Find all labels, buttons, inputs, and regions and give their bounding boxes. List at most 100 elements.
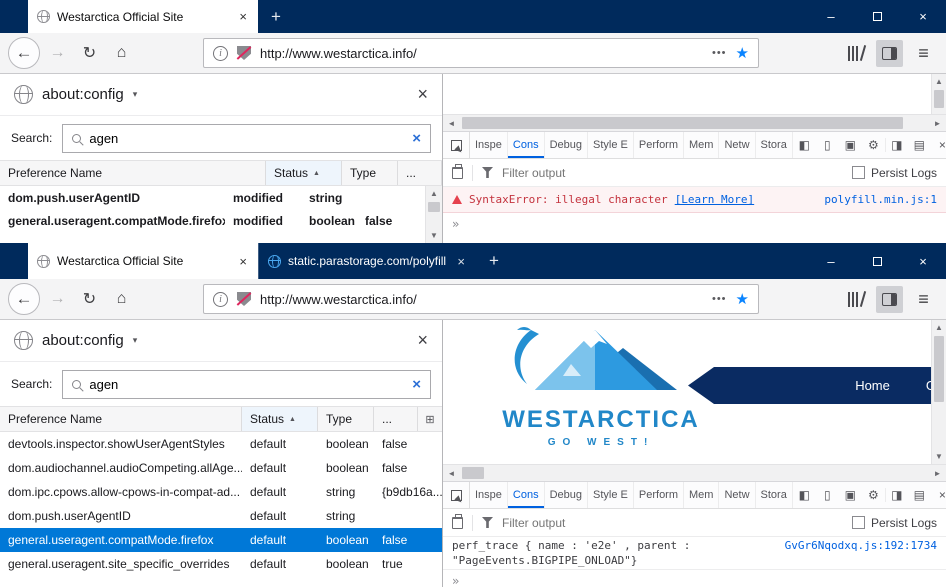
- clear-search-icon[interactable]: ×: [412, 376, 421, 393]
- column-type[interactable]: Type: [342, 161, 398, 185]
- tab-inspector[interactable]: Inspe: [470, 132, 508, 158]
- bookmark-star-icon[interactable]: ★: [736, 44, 749, 62]
- tab-debugger[interactable]: Debug: [545, 132, 588, 158]
- minimize-button[interactable]: –: [808, 0, 854, 33]
- scroll-right-icon[interactable]: ►: [929, 115, 946, 132]
- menu-button[interactable]: ≡: [909, 285, 938, 314]
- console-input-line[interactable]: »: [443, 570, 946, 587]
- column-value[interactable]: ...: [374, 407, 418, 431]
- more-tools-icon[interactable]: ▤: [908, 488, 931, 502]
- tab-network[interactable]: Netw: [719, 482, 755, 508]
- error-source-link[interactable]: polyfill.min.js:1: [824, 193, 937, 206]
- clear-console-icon[interactable]: [452, 167, 463, 179]
- tab-close-icon[interactable]: ×: [455, 254, 467, 269]
- column-preference-name[interactable]: Preference Name: [0, 407, 242, 431]
- tracking-protection-disabled-icon[interactable]: [237, 291, 251, 307]
- tracking-protection-disabled-icon[interactable]: [237, 45, 251, 61]
- tab-storage[interactable]: Stora: [756, 132, 793, 158]
- persist-logs-checkbox[interactable]: [852, 516, 865, 529]
- maximize-button[interactable]: [854, 0, 900, 33]
- tab-style-editor[interactable]: Style E: [588, 132, 634, 158]
- pick-element-button[interactable]: [443, 482, 470, 508]
- menu-button[interactable]: ≡: [909, 39, 938, 68]
- dock-side-icon[interactable]: ◧: [793, 138, 816, 152]
- tab-memory[interactable]: Mem: [684, 132, 719, 158]
- scrollbar-track[interactable]: [460, 465, 929, 481]
- tab-network[interactable]: Netw: [719, 132, 755, 158]
- library-button[interactable]: [841, 39, 870, 68]
- forward-button[interactable]: →: [43, 39, 72, 68]
- column-picker-icon[interactable]: ⊞: [418, 407, 442, 431]
- scroll-right-icon[interactable]: ►: [929, 465, 946, 482]
- nav-item-home[interactable]: Home: [855, 378, 890, 393]
- home-button[interactable]: ⌂: [107, 285, 136, 314]
- page-vertical-scrollbar[interactable]: ▲ ▼: [931, 320, 946, 464]
- clear-console-icon[interactable]: [452, 517, 463, 529]
- dock-side-icon[interactable]: ◧: [793, 488, 816, 502]
- tab-debugger[interactable]: Debug: [545, 482, 588, 508]
- chevron-down-icon[interactable]: ▾: [133, 335, 138, 346]
- home-button[interactable]: ⌂: [107, 39, 136, 68]
- scroll-up-icon[interactable]: ▲: [426, 186, 442, 201]
- scrollbar-thumb[interactable]: [934, 90, 944, 108]
- pref-row[interactable]: dom.ipc.cpows.allow-cpows-in-compat-ad..…: [0, 480, 442, 504]
- tab-westarctica[interactable]: Westarctica Official Site ×: [28, 0, 258, 33]
- scroll-left-icon[interactable]: ◄: [443, 115, 460, 132]
- tab-console[interactable]: Cons: [508, 132, 545, 158]
- tab-parastorage[interactable]: static.parastorage.com/polyfill ×: [258, 243, 476, 279]
- url-bar[interactable]: http://www.westarctica.info/ ••• ★: [203, 284, 759, 314]
- forward-button[interactable]: →: [43, 285, 72, 314]
- responsive-design-icon[interactable]: ▯: [816, 138, 839, 152]
- page-horizontal-scrollbar[interactable]: ◄ ►: [443, 464, 946, 481]
- tab-inspector[interactable]: Inspe: [470, 482, 508, 508]
- scrollbar-track[interactable]: [460, 115, 929, 131]
- back-button[interactable]: ←: [8, 37, 40, 69]
- filter-output-input[interactable]: [502, 516, 843, 530]
- console-input-line[interactable]: »: [443, 213, 946, 243]
- back-button[interactable]: ←: [8, 283, 40, 315]
- search-input[interactable]: [89, 131, 404, 146]
- minimize-button[interactable]: –: [808, 243, 854, 279]
- learn-more-link[interactable]: [Learn More]: [675, 193, 754, 206]
- scrollbar-thumb[interactable]: [934, 336, 944, 402]
- close-page-icon[interactable]: ×: [417, 330, 428, 351]
- screenshot-icon[interactable]: ▣: [839, 138, 862, 152]
- table-vertical-scrollbar[interactable]: ▲ ▼: [425, 186, 442, 243]
- more-tools-icon[interactable]: ▤: [908, 138, 931, 152]
- new-tab-button[interactable]: +: [258, 0, 294, 33]
- pref-row[interactable]: dom.push.userAgentID modified string: [0, 186, 425, 209]
- pick-element-button[interactable]: [443, 132, 470, 158]
- close-devtools-icon[interactable]: ×: [931, 138, 946, 152]
- pref-row[interactable]: dom.push.userAgentID default string: [0, 504, 442, 528]
- sidebar-toggle-button[interactable]: [876, 40, 903, 67]
- library-button[interactable]: [841, 285, 870, 314]
- pref-row[interactable]: general.useragent.site_specific_override…: [0, 552, 442, 576]
- scrollbar-thumb[interactable]: [462, 117, 903, 129]
- settings-gear-icon[interactable]: ⚙: [862, 488, 885, 502]
- column-type[interactable]: Type: [318, 407, 374, 431]
- sidebar-toggle-button[interactable]: [876, 286, 903, 313]
- tab-performance[interactable]: Perform: [634, 482, 684, 508]
- scrollbar-thumb[interactable]: [462, 467, 484, 479]
- url-bar[interactable]: http://www.westarctica.info/ ••• ★: [203, 38, 759, 68]
- tab-storage[interactable]: Stora: [756, 482, 793, 508]
- column-value[interactable]: ...: [398, 161, 442, 185]
- page-actions-icon[interactable]: •••: [712, 47, 727, 59]
- settings-gear-icon[interactable]: ⚙: [862, 138, 885, 152]
- pref-row[interactable]: devtools.inspector.showUserAgentStyles d…: [0, 432, 442, 456]
- search-input[interactable]: [89, 377, 404, 392]
- close-window-button[interactable]: ×: [900, 0, 946, 33]
- pref-row[interactable]: dom.audiochannel.audioCompeting.allAge..…: [0, 456, 442, 480]
- new-tab-button[interactable]: +: [476, 243, 512, 279]
- site-info-icon[interactable]: [213, 292, 228, 307]
- scroll-up-icon[interactable]: ▲: [932, 320, 946, 335]
- scroll-up-icon[interactable]: ▲: [932, 74, 946, 89]
- persist-logs-checkbox[interactable]: [852, 166, 865, 179]
- filter-output-input[interactable]: [502, 166, 843, 180]
- page-horizontal-scrollbar[interactable]: ◄ ►: [443, 114, 946, 131]
- scroll-down-icon[interactable]: ▼: [426, 228, 442, 243]
- log-source-link[interactable]: GvGr6Nqodxq.js:192:1734: [785, 538, 937, 553]
- page-vertical-scrollbar[interactable]: ▲: [931, 74, 946, 114]
- close-devtools-icon[interactable]: ×: [931, 488, 946, 502]
- dock-bottom-icon[interactable]: ◨: [885, 488, 908, 502]
